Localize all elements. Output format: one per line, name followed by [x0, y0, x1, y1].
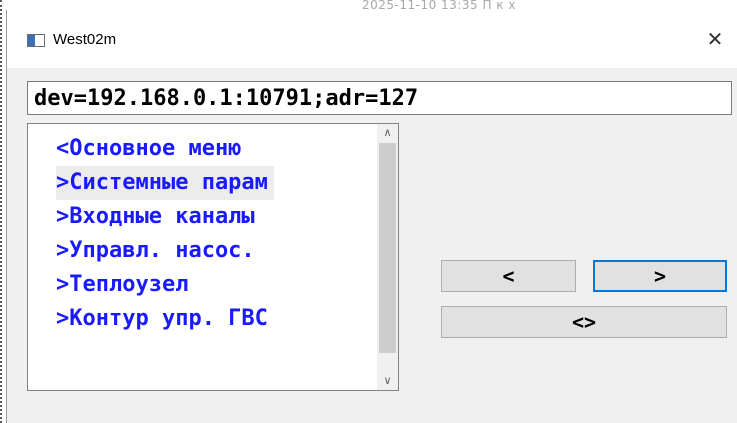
title-bar[interactable]: West02m ✕: [7, 10, 737, 68]
menu-item[interactable]: >Системные парам: [56, 166, 274, 200]
background-window-edge: [0, 0, 2, 423]
menu-item[interactable]: >Теплоузел: [56, 268, 194, 302]
both-directions-button[interactable]: <>: [441, 306, 727, 338]
background-text: 2025-11-10 13:35 П к х: [362, 0, 516, 9]
close-icon: ✕: [706, 29, 724, 51]
vertical-scrollbar[interactable]: ∧ ∨: [377, 124, 398, 390]
window-title: West02m: [53, 31, 117, 48]
menu-item[interactable]: >Входные каналы: [56, 200, 261, 234]
scroll-thumb[interactable]: [379, 143, 396, 353]
desktop-strip: 2025-11-10 13:35 П к х: [0, 0, 737, 10]
menu-item[interactable]: >Управл. насос.: [56, 234, 261, 268]
prev-button[interactable]: <: [441, 260, 576, 292]
next-button[interactable]: >: [593, 260, 727, 292]
device-address-field[interactable]: [27, 81, 732, 115]
menu-listbox[interactable]: <Основное меню >Системные парам >Входные к…: [27, 123, 399, 391]
close-button[interactable]: ✕: [697, 24, 733, 56]
menu-item[interactable]: >Контур упр. ГВС: [56, 302, 274, 336]
menu-list: <Основное меню >Системные парам >Входные к…: [28, 124, 377, 390]
menu-item[interactable]: <Основное меню: [56, 132, 247, 166]
app-icon: [27, 34, 45, 47]
app-window: West02m ✕ <Основное меню>Системные парам…: [6, 10, 737, 423]
scroll-down-arrow-icon[interactable]: ∨: [377, 372, 398, 390]
scroll-up-arrow-icon[interactable]: ∧: [377, 124, 398, 142]
